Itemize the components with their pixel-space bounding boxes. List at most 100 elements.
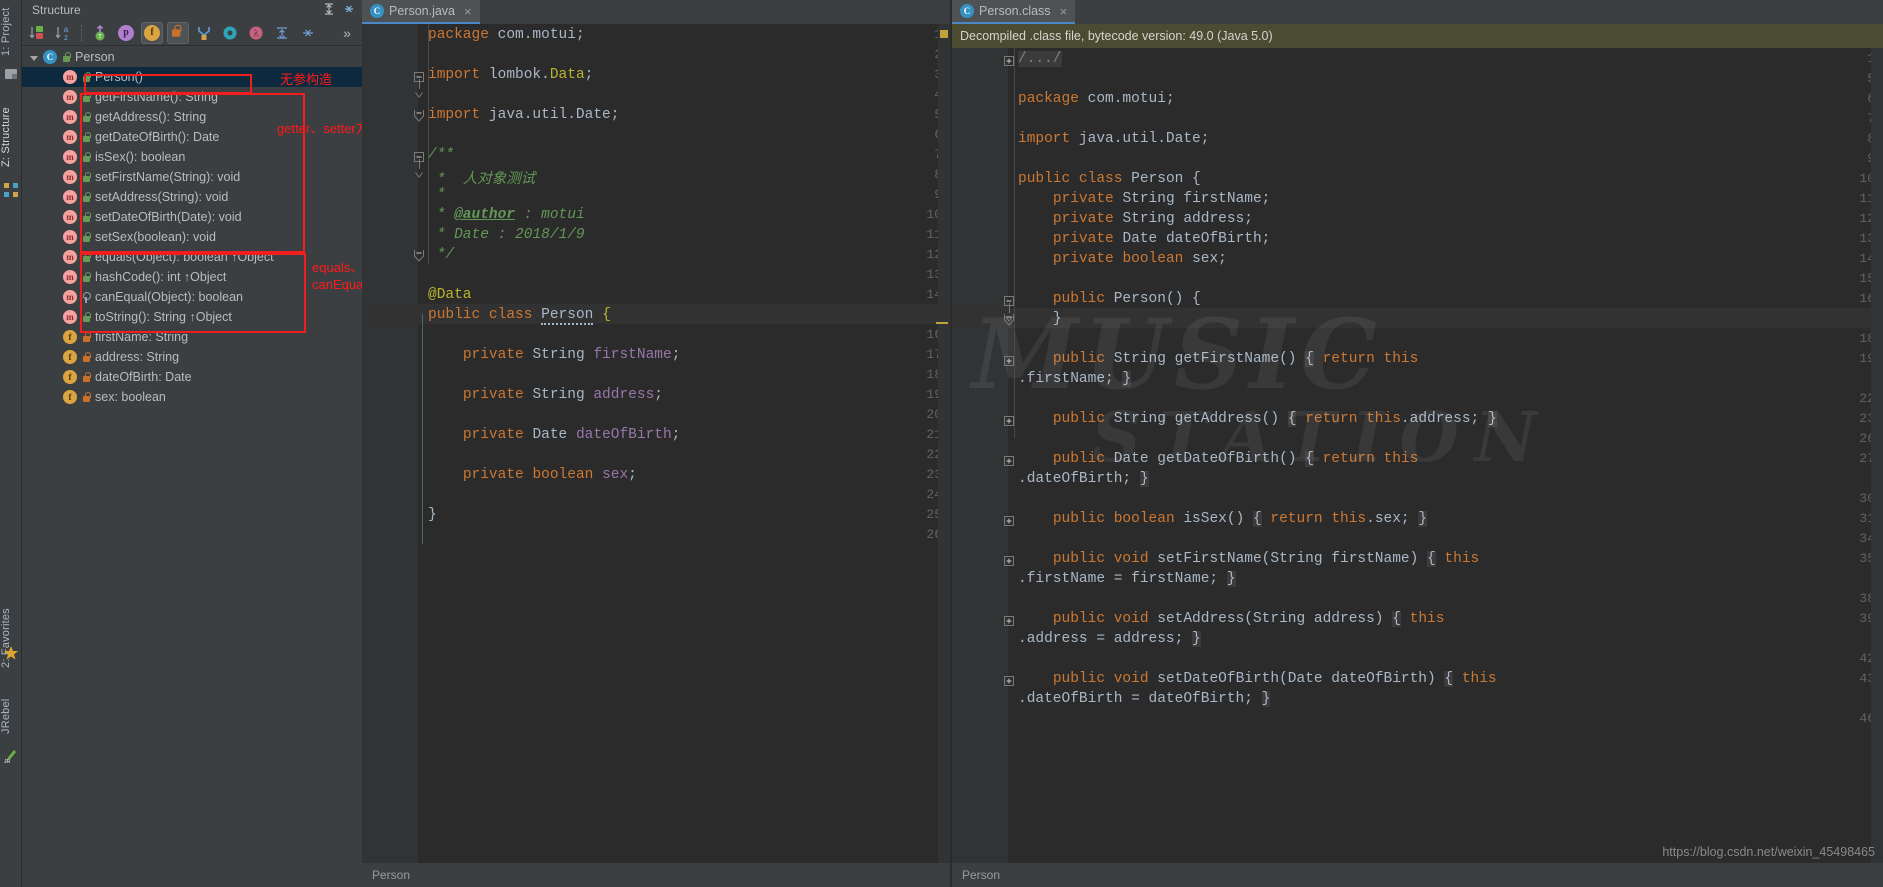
- fold-marker-icon[interactable]: [414, 149, 426, 178]
- tree-node-member[interactable]: m hashCode(): int ↑Object: [22, 267, 362, 287]
- fold-marker-icon[interactable]: [414, 249, 426, 271]
- code-line[interactable]: private boolean sex;: [1018, 251, 1227, 267]
- code-line[interactable]: public String getFirstName() { return th…: [1018, 351, 1418, 367]
- show-non-public-icon[interactable]: [167, 21, 189, 44]
- fold-marker-icon[interactable]: [414, 69, 426, 98]
- sidebar-item-favorites[interactable]: 2: Favorites: [0, 600, 22, 676]
- close-icon[interactable]: ×: [1060, 4, 1068, 19]
- code-line[interactable]: import java.util.Date;: [1018, 131, 1209, 147]
- sidebar-item-jrebel[interactable]: JRebel: [0, 688, 22, 744]
- expand-all-icon[interactable]: [322, 2, 336, 19]
- tree-node-member[interactable]: m getFirstName(): String: [22, 87, 362, 107]
- code-line[interactable]: * @author : motui: [428, 207, 585, 223]
- code-line[interactable]: public boolean isSex() { return this.sex…: [1018, 511, 1428, 527]
- tree-node-member[interactable]: m toString(): String ↑Object: [22, 307, 362, 327]
- more-icon[interactable]: »: [336, 22, 358, 44]
- tree-node-member[interactable]: f address: String: [22, 347, 362, 367]
- code-line[interactable]: private Date dateOfBirth;: [1018, 231, 1271, 247]
- tree-node-member[interactable]: m setFirstName(String): void: [22, 167, 362, 187]
- code-line[interactable]: private boolean sex;: [428, 467, 637, 483]
- tree-node-label: Person: [75, 50, 115, 64]
- fold-marker-icon[interactable]: [1004, 673, 1016, 695]
- sidebar-item-structure[interactable]: Z: Structure: [0, 96, 22, 178]
- code-line[interactable]: *: [428, 187, 446, 203]
- code-line[interactable]: public Person() {: [1018, 291, 1201, 307]
- tree-node-member[interactable]: f firstName: String: [22, 327, 362, 347]
- structure-tree[interactable]: C Person m Person() m getFirstName(): String m…: [22, 47, 362, 887]
- code-line[interactable]: .firstName; }: [1018, 371, 1132, 387]
- tree-node-class[interactable]: C Person: [22, 47, 362, 67]
- collapse-all-icon-2[interactable]: [297, 22, 319, 44]
- code-line[interactable]: private String address;: [1018, 211, 1253, 227]
- code-line[interactable]: * 人对象测试: [428, 167, 536, 188]
- fold-marker-icon[interactable]: [1004, 453, 1016, 475]
- sort-by-visibility-icon[interactable]: az: [52, 22, 74, 44]
- code-line[interactable]: * Date : 2018/1/9: [428, 227, 585, 243]
- code-line[interactable]: private String firstName;: [428, 347, 681, 363]
- show-anonymous-icon[interactable]: [219, 22, 241, 44]
- code-area-java[interactable]: 1234567891011121314151617181920212223242…: [362, 24, 950, 863]
- code-line[interactable]: /**: [428, 147, 454, 163]
- show-properties-icon[interactable]: p: [115, 22, 137, 44]
- tree-node-member[interactable]: f dateOfBirth: Date: [22, 367, 362, 387]
- method-icon: m: [63, 250, 77, 264]
- group-by-type-icon[interactable]: [193, 22, 215, 44]
- tab-person-class[interactable]: C Person.class ×: [952, 0, 1076, 24]
- code-line[interactable]: public void setFirstName(String firstNam…: [1018, 551, 1479, 567]
- method-icon: m: [63, 210, 77, 224]
- code-line[interactable]: import java.util.Date;: [428, 107, 619, 123]
- tab-person-java[interactable]: C Person.java ×: [362, 0, 480, 24]
- code-line[interactable]: private String address;: [428, 387, 663, 403]
- tree-node-member[interactable]: m equals(Object): boolean ↑Object: [22, 247, 362, 267]
- code-line[interactable]: /.../: [1018, 51, 1062, 67]
- code-text-class[interactable]: /.../ package com.motui; import java.util.…: [1008, 48, 1883, 863]
- marker-bar-java[interactable]: [938, 24, 950, 863]
- code-line[interactable]: .dateOfBirth = dateOfBirth; }: [1018, 691, 1271, 707]
- code-line[interactable]: package com.motui;: [1018, 91, 1175, 107]
- expand-all-icon-2[interactable]: [271, 22, 293, 44]
- tree-node-member[interactable]: m setSex(boolean): void: [22, 227, 362, 247]
- fold-marker-icon[interactable]: [414, 109, 426, 131]
- tree-node-member[interactable]: m isSex(): boolean: [22, 147, 362, 167]
- show-inherited-icon[interactable]: T: [89, 22, 111, 44]
- code-line[interactable]: import lombok.Data;: [428, 67, 593, 83]
- line-number-gutter-java[interactable]: [362, 24, 418, 863]
- code-line[interactable]: .firstName = firstName; }: [1018, 571, 1236, 587]
- code-line[interactable]: }: [428, 507, 437, 523]
- code-line[interactable]: public class Person {: [1018, 171, 1201, 187]
- tree-node-member[interactable]: f sex: boolean: [22, 387, 362, 407]
- code-line[interactable]: .address = address; }: [1018, 631, 1201, 647]
- code-area-class[interactable]: 1567891011121314151617181922232627303134…: [952, 48, 1883, 863]
- line-number-gutter-class[interactable]: [952, 48, 1008, 863]
- code-line[interactable]: public void setAddress(String address) {…: [1018, 611, 1444, 627]
- code-line[interactable]: private Date dateOfBirth;: [428, 427, 681, 443]
- current-line-marker[interactable]: [936, 322, 948, 324]
- fold-marker-icon[interactable]: [1004, 513, 1016, 535]
- tree-expander-icon[interactable]: [30, 52, 41, 63]
- sidebar-item-project[interactable]: 1: Project: [0, 2, 22, 62]
- code-line[interactable]: package com.motui;: [428, 27, 585, 43]
- collapse-all-icon[interactable]: [342, 2, 356, 19]
- warning-marker[interactable]: [940, 30, 948, 38]
- private-key-icon: [81, 291, 92, 303]
- code-line[interactable]: .dateOfBirth; }: [1018, 471, 1149, 487]
- code-line[interactable]: public String getAddress() { return this…: [1018, 411, 1497, 427]
- show-fields-icon[interactable]: f: [141, 21, 163, 44]
- sort-alphabetically-icon[interactable]: [26, 22, 48, 44]
- code-line[interactable]: public class Person {: [428, 307, 611, 325]
- code-line[interactable]: @Data: [428, 287, 472, 303]
- code-line[interactable]: */: [428, 247, 454, 263]
- marker-bar-class[interactable]: [1871, 48, 1883, 863]
- tree-node-member[interactable]: m canEqual(Object): boolean: [22, 287, 362, 307]
- code-text-java[interactable]: package com.motui; import lombok.Data; imp…: [418, 24, 950, 863]
- fold-marker-icon[interactable]: [1004, 613, 1016, 635]
- tree-node-member[interactable]: m setDateOfBirth(Date): void: [22, 207, 362, 227]
- tree-node-member[interactable]: m setAddress(String): void: [22, 187, 362, 207]
- code-line[interactable]: }: [1018, 311, 1062, 327]
- code-line[interactable]: private String firstName;: [1018, 191, 1271, 207]
- close-icon[interactable]: ×: [464, 4, 472, 19]
- show-lambdas-icon[interactable]: λ: [245, 22, 267, 44]
- code-line[interactable]: public void setDateOfBirth(Date dateOfBi…: [1018, 671, 1497, 687]
- code-line[interactable]: public Date getDateOfBirth() { return th…: [1018, 451, 1418, 467]
- fold-marker-icon[interactable]: [1004, 553, 1016, 575]
